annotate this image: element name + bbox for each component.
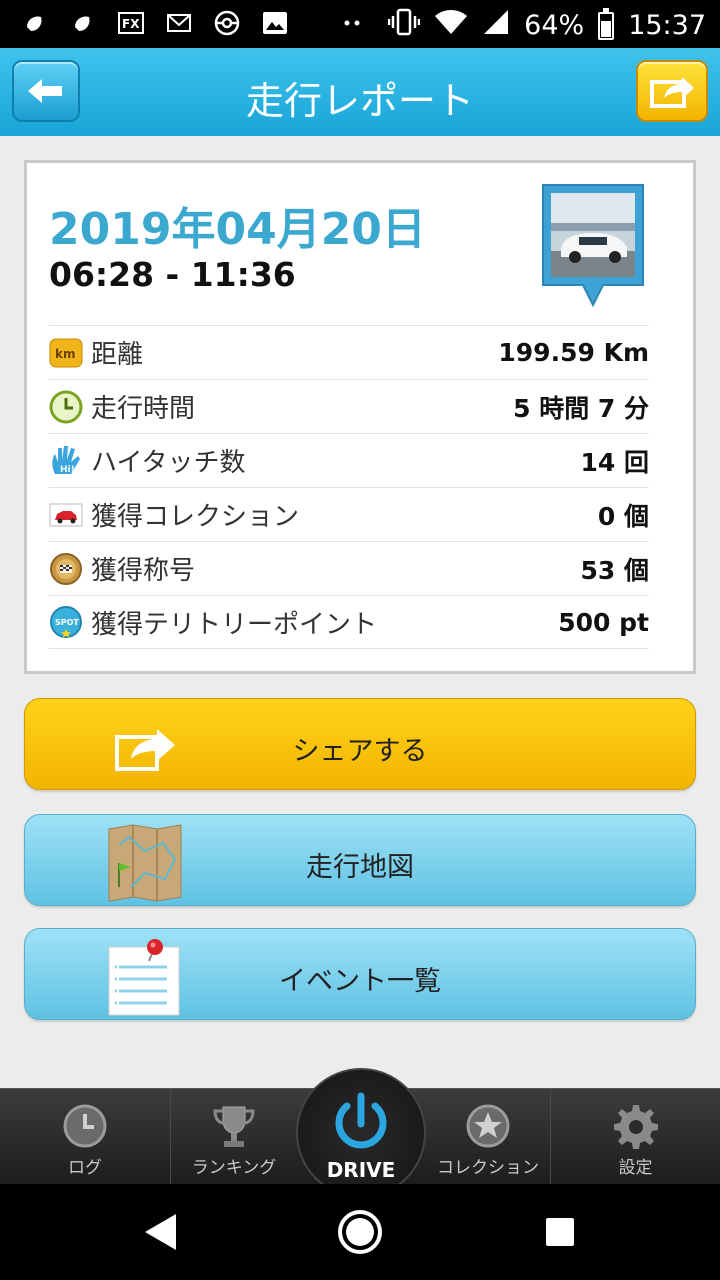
stat-row-titles: 獲得称号 53 個 (49, 541, 649, 595)
page-title: 走行レポート (245, 79, 474, 123)
vibrate-icon (387, 8, 421, 43)
battery-percent: 64% (524, 10, 585, 41)
stat-value: 199.59 Km (498, 338, 649, 367)
svg-text:km: km (55, 347, 75, 361)
star-circle-icon (466, 1104, 510, 1148)
report-time-range: 06:28 - 11:36 (49, 255, 296, 294)
report-date: 2019年04月20日 (49, 204, 426, 255)
trophy-icon (213, 1106, 255, 1147)
spot-icon: SPOT (49, 605, 83, 639)
app-header: 走行レポート (0, 48, 720, 136)
wifi-icon (434, 8, 468, 43)
stat-label: 獲得称号 (91, 556, 196, 586)
share-top-button[interactable] (636, 60, 708, 122)
hi-five-icon: Hi! (49, 444, 83, 478)
app-notification-icon (70, 10, 96, 36)
stats-list: km 距離 199.59 Km 走行時間 5 時間 7 分 Hi! ハイタッチ数… (49, 325, 649, 649)
clock-icon (49, 390, 83, 424)
stat-value: 0 個 (597, 501, 649, 531)
medal-icon (49, 552, 83, 586)
tab-label: ログ (68, 1158, 102, 1178)
stat-label: 走行時間 (91, 394, 196, 424)
share-button[interactable]: シェアする (24, 698, 696, 790)
drive-map-label: 走行地図 (306, 852, 414, 883)
tab-ranking[interactable]: ランキング (171, 1089, 297, 1185)
km-icon: km (49, 336, 83, 370)
stat-label: 距離 (91, 340, 144, 370)
svg-text:FX: FX (122, 17, 140, 31)
share-icon (650, 77, 694, 108)
share-button-label: シェアする (292, 736, 428, 767)
stat-value: 14 回 (580, 447, 650, 477)
gear-icon (613, 1105, 658, 1149)
tab-label: コレクション (437, 1158, 539, 1178)
stat-label: 獲得コレクション (91, 502, 300, 532)
mail-icon (166, 10, 192, 36)
battery-icon (598, 7, 615, 40)
tab-collection[interactable]: コレクション (428, 1089, 548, 1185)
stat-row-distance: km 距離 199.59 Km (49, 325, 649, 379)
tab-settings[interactable]: 設定 (551, 1089, 720, 1185)
stat-row-hi-five: Hi! ハイタッチ数 14 回 (49, 433, 649, 487)
car-collection-icon (49, 498, 83, 532)
svg-text:Hi!: Hi! (60, 465, 75, 475)
nav-recents-icon[interactable] (546, 1218, 574, 1246)
nav-home-icon[interactable] (338, 1210, 382, 1254)
stat-label: 獲得テリトリーポイント (91, 609, 378, 640)
event-list-button[interactable]: イベント一覧 (24, 928, 696, 1020)
stat-value: 53 個 (580, 555, 650, 585)
log-clock-icon (63, 1104, 107, 1148)
pokeball-icon (214, 10, 240, 36)
event-list-label: イベント一覧 (279, 966, 441, 997)
svg-text:SPOT: SPOT (55, 618, 79, 627)
system-nav-bar (0, 1184, 720, 1280)
stat-row-drive-time: 走行時間 5 時間 7 分 (49, 379, 649, 433)
tab-log[interactable]: ログ (0, 1089, 170, 1185)
status-bar: FX 64% 15:37 (0, 0, 720, 48)
signal-icon (482, 8, 510, 43)
tab-label: 設定 (618, 1158, 653, 1178)
stat-value: 5 時間 7 分 (513, 393, 649, 423)
drive-button[interactable]: DRIVE (296, 1068, 426, 1198)
clock-time: 15:37 (628, 10, 706, 41)
nav-back-icon[interactable] (145, 1214, 176, 1250)
more-dots-icon (340, 10, 366, 36)
drive-label: DRIVE (326, 1158, 396, 1182)
app-notification-icon (22, 10, 48, 36)
drive-map-button[interactable]: 走行地図 (24, 814, 696, 906)
stat-row-territory: SPOT 獲得テリトリーポイント 500 pt (49, 595, 649, 649)
report-card: 2019年04月20日 06:28 - 11:36 km 距離 199.59 K… (24, 160, 696, 674)
power-icon (335, 1092, 387, 1149)
stat-label: ハイタッチ数 (91, 448, 246, 478)
stat-value: 500 pt (558, 607, 649, 637)
stat-row-collection: 獲得コレクション 0 個 (49, 487, 649, 541)
fx-icon: FX (118, 10, 144, 36)
image-icon (262, 10, 288, 36)
car-photo-pin[interactable] (539, 181, 647, 311)
tab-label: ランキング (191, 1158, 277, 1178)
